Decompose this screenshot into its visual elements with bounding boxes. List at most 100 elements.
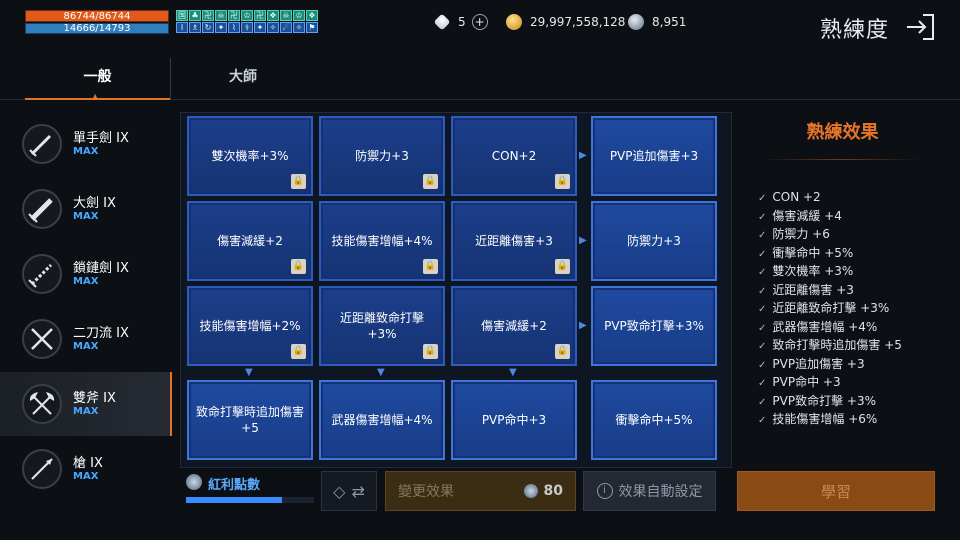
effect-item: ✓ 致命打擊時追加傷害 +5 — [758, 336, 948, 355]
gold-currency: 29,997,558,128 — [506, 14, 625, 30]
buff-icon[interactable]: ♣ — [189, 10, 201, 21]
buff-icon[interactable]: ☠ — [215, 10, 227, 21]
effect-text: 近距離傷害 +3 — [772, 282, 854, 297]
weapon-level: MAX — [73, 406, 99, 417]
exit-button[interactable] — [905, 12, 935, 42]
mastery-card[interactable]: PVP追加傷害+3 — [591, 116, 717, 196]
buff-icon[interactable]: ⚕ — [241, 22, 253, 33]
buff-icon[interactable]: ☠ — [280, 10, 292, 21]
auto-set-label: 效果自動設定 — [618, 484, 703, 500]
learn-button[interactable]: 學習 — [737, 471, 935, 511]
buff-icon[interactable]: ❖ — [267, 10, 279, 21]
weapon-list: 單手劍 IX MAX 大劍 IX MAX 鎖鏈劍 IX MAX 二刀流 IX MAX 雙斧 IX… — [0, 112, 172, 512]
buff-icon[interactable]: 卍 — [202, 10, 214, 21]
lock-icon: 🔒 — [555, 174, 570, 189]
effect-text: 武器傷害增幅 +4% — [772, 319, 878, 334]
mastery-card[interactable]: 近距離致命打擊+3% 🔒 — [319, 286, 445, 366]
buff-icon[interactable]: ✦ — [254, 22, 266, 33]
mastery-card[interactable]: 防禦力+3 🔒 — [319, 116, 445, 196]
divider — [760, 159, 922, 160]
buff-icon[interactable]: ♔ — [293, 10, 305, 21]
lock-icon: 🔒 — [291, 344, 306, 359]
mastery-card[interactable]: 傷害減緩+2 🔒 — [451, 286, 577, 366]
buff-icon[interactable]: ☄ — [280, 22, 292, 33]
mastery-card[interactable]: 傷害減緩+2 🔒 — [187, 201, 313, 281]
lock-icon: 🔒 — [555, 344, 570, 359]
lock-icon: 🔒 — [555, 259, 570, 274]
mastery-card[interactable]: PVP命中+3 — [451, 380, 577, 460]
effect-item: ✓ 傷害減緩 +4 — [758, 207, 948, 226]
buff-icon[interactable]: ❖ — [306, 10, 318, 21]
effect-item: ✓ CON +2 — [758, 188, 948, 207]
effect-item: ✓ PVP追加傷害 +3 — [758, 355, 948, 374]
weapon-item[interactable]: 單手劍 IX MAX — [0, 112, 172, 176]
gem-swap-button[interactable]: ◇ ⇄ — [321, 471, 377, 511]
check-icon: ✓ — [758, 193, 767, 204]
card-label: 致命打擊時追加傷害+5 — [195, 405, 304, 435]
silver-orb-icon — [523, 484, 538, 498]
mastery-card[interactable]: 致命打擊時追加傷害+5 — [187, 380, 313, 460]
buff-icon[interactable]: Ⅰ — [176, 22, 188, 33]
change-effect-label: 變更效果 — [398, 484, 454, 500]
card-label: 防禦力+3 — [627, 234, 681, 248]
change-effect-button[interactable]: 變更效果 80 — [385, 471, 576, 511]
lock-icon: 🔒 — [423, 174, 438, 189]
diamond-icon: ◇ — [333, 481, 346, 501]
buff-icon[interactable]: ✦ — [215, 22, 227, 33]
check-icon: ✓ — [758, 211, 767, 223]
weapon-item[interactable]: 二刀流 IX MAX — [0, 307, 172, 371]
buff-icon[interactable]: ↻ — [202, 22, 214, 33]
weapon-item[interactable]: 鎖鏈劍 IX MAX — [0, 242, 172, 306]
bonus-progress-bar — [186, 497, 314, 503]
check-icon: ✓ — [758, 267, 767, 278]
mastery-card[interactable]: 技能傷害增幅+2% 🔒 — [187, 286, 313, 366]
one-handed-sword-icon — [22, 124, 62, 164]
tab-master[interactable]: 大師 — [170, 58, 315, 100]
check-icon: ✓ — [758, 285, 767, 297]
exit-icon — [907, 14, 934, 40]
arrow-down-icon: ▼ — [377, 367, 385, 378]
bonus-label: 紅利點數 — [208, 478, 261, 493]
mastery-card[interactable]: CON+2 🔒 — [451, 116, 577, 196]
card-label: 近距離致命打擊+3% — [339, 311, 424, 341]
card-label: 技能傷害增幅+2% — [199, 319, 301, 333]
change-effect-cost: 80 — [523, 483, 563, 499]
effects-list: ✓ CON +2 ✓ 傷害減緩 +4 ✓ 防禦力 +6 ✓ 衝擊命中 +5% ✓ 雙次機率 +3%… — [758, 188, 948, 429]
mastery-card[interactable]: 武器傷害增幅+4% — [319, 380, 445, 460]
buff-icon[interactable]: ⚑ — [306, 22, 318, 33]
lock-icon: 🔒 — [423, 259, 438, 274]
auto-set-effect-button[interactable]: i 效果自動設定 — [583, 471, 716, 511]
effect-item: ✓ 防禦力 +6 — [758, 225, 948, 244]
buff-icon[interactable]: ✧ — [267, 22, 279, 33]
buff-icon[interactable]: 卍 — [254, 10, 266, 21]
mastery-card[interactable]: 雙次機率+3% 🔒 — [187, 116, 313, 196]
buff-icons: 国 ♣ 卍 ☠ 卍 ♔ 卍 ❖ ☠ ♔ ❖ Ⅰ ♗ ↻ ✦ ⌇ ⚕ ✦ ✧ ☄ ✧ ⚑ — [176, 10, 318, 34]
mastery-card[interactable]: 衝擊命中+5% — [591, 380, 717, 460]
weapon-name: 鎖鏈劍 IX — [73, 261, 129, 276]
weapon-item[interactable]: 槍 IX MAX — [0, 437, 172, 501]
buff-icon[interactable]: ⌇ — [228, 22, 240, 33]
card-label: 近距離傷害+3 — [475, 234, 553, 248]
weapon-item[interactable]: 大劍 IX MAX — [0, 177, 172, 241]
chain-sword-icon — [22, 254, 62, 294]
lock-icon: 🔒 — [291, 174, 306, 189]
weapon-level: MAX — [73, 276, 99, 287]
buff-icon[interactable]: ♔ — [241, 10, 253, 21]
weapon-item[interactable]: 雙斧 IX MAX — [0, 372, 172, 436]
tab-bar: 一般 大師 — [0, 58, 960, 100]
card-label: 衝擊命中+5% — [615, 413, 693, 427]
mastery-card[interactable]: PVP致命打擊+3% — [591, 286, 717, 366]
mastery-card[interactable]: 近距離傷害+3 🔒 — [451, 201, 577, 281]
buff-icon[interactable]: ♗ — [189, 22, 201, 33]
effect-item: ✓ 近距離致命打擊 +3% — [758, 299, 948, 318]
mastery-card[interactable]: 技能傷害增幅+4% 🔒 — [319, 201, 445, 281]
buff-icon[interactable]: 国 — [176, 10, 188, 21]
buff-icon[interactable]: ✧ — [293, 22, 305, 33]
mastery-card[interactable]: 防禦力+3 — [591, 201, 717, 281]
mp-bar: 14666/14793 — [25, 23, 169, 34]
effect-text: 傷害減緩 +4 — [772, 208, 842, 223]
spear-icon — [22, 449, 62, 489]
card-label: 傷害減緩+2 — [481, 319, 547, 333]
buff-icon[interactable]: 卍 — [228, 10, 240, 21]
add-diamond-button[interactable]: + — [471, 14, 488, 30]
